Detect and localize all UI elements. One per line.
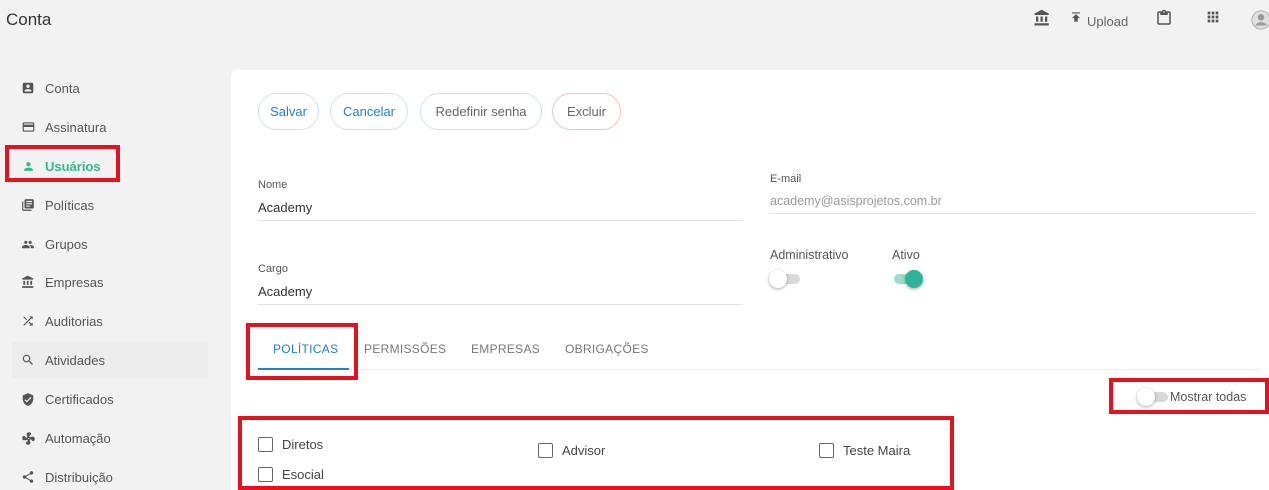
sidebar-item-distribuicao[interactable]: Distribuição — [12, 459, 208, 490]
clipboard-icon[interactable] — [1155, 9, 1173, 27]
upload-icon — [1069, 9, 1083, 30]
toggle-knob — [769, 270, 787, 288]
bank-icon — [20, 274, 36, 290]
name-label: Nome — [258, 179, 288, 191]
active-tab-indicator — [258, 368, 349, 370]
credit-card-icon — [20, 119, 36, 135]
shield-check-icon — [20, 391, 36, 407]
sidebar-item-label: Empresas — [45, 274, 104, 290]
bank-icon[interactable] — [1033, 9, 1051, 27]
policy-checkbox-advisor[interactable]: Advisor — [538, 443, 605, 458]
sidebar-item-label: Políticas — [45, 197, 95, 213]
fan-icon — [20, 430, 36, 446]
tab-permissoes[interactable]: PERMISSÕES — [364, 342, 446, 356]
sidebar-item-automacao[interactable]: Automação — [12, 420, 208, 456]
role-underline — [258, 304, 743, 305]
tab-empresas[interactable]: EMPRESAS — [471, 342, 540, 356]
policy-label: Esocial — [282, 467, 324, 482]
toggle-knob — [905, 270, 923, 288]
email-field[interactable]: academy@asisprojetos.com.br — [770, 194, 942, 208]
tab-obrigacoes[interactable]: OBRIGAÇÕES — [565, 342, 649, 356]
sidebar-item-atividades[interactable]: Atividades — [12, 342, 208, 378]
library-books-icon — [20, 197, 36, 213]
email-underline — [770, 213, 1255, 214]
policy-label: Advisor — [562, 443, 606, 458]
top-bar: Conta Upload — [0, 0, 1269, 40]
save-button[interactable]: Salvar — [258, 93, 319, 130]
role-field[interactable]: Academy — [258, 284, 312, 299]
upload-label: Upload — [1087, 13, 1129, 29]
sidebar-item-label: Automação — [45, 430, 111, 446]
checkbox-box[interactable] — [258, 437, 273, 452]
active-toggle-label: Ativo — [892, 248, 920, 262]
policy-label: Teste Maira — [843, 443, 911, 458]
apps-grid-icon[interactable] — [1205, 9, 1221, 25]
tabs-divider — [246, 369, 1261, 370]
tab-politicas[interactable]: POLÍTICAS — [273, 342, 338, 356]
sidebar-item-empresas[interactable]: Empresas — [12, 264, 208, 300]
policy-checkbox-diretos[interactable]: Diretos — [258, 437, 323, 452]
sidebar-item-conta[interactable]: Conta — [12, 70, 208, 106]
person-icon — [20, 158, 36, 174]
policy-checkbox-teste-maira[interactable]: Teste Maira — [819, 443, 910, 458]
sidebar-item-label: Usuários — [45, 158, 101, 174]
sidebar-item-label: Conta — [45, 80, 80, 96]
account-box-icon — [20, 80, 36, 96]
sidebar-item-label: Distribuição — [45, 469, 113, 485]
sidebar-item-label: Assinatura — [45, 119, 107, 135]
app-title: Conta — [6, 10, 52, 29]
cancel-button[interactable]: Cancelar — [330, 93, 408, 130]
toggle-knob — [1137, 388, 1155, 406]
sidebar-item-grupos[interactable]: Grupos — [12, 226, 208, 262]
checkbox-box[interactable] — [538, 443, 553, 458]
sidebar-item-politicas[interactable]: Políticas — [12, 187, 208, 223]
email-label: E-mail — [770, 173, 802, 185]
sidebar-item-label: Certificados — [45, 391, 114, 407]
admin-toggle-label: Administrativo — [770, 248, 849, 262]
name-field[interactable]: Academy — [258, 200, 312, 215]
role-label: Cargo — [258, 263, 288, 275]
upload-button[interactable]: Upload — [1069, 9, 1128, 30]
search-icon — [20, 352, 36, 368]
checkbox-box[interactable] — [819, 443, 834, 458]
delete-button[interactable]: Excluir — [552, 93, 621, 130]
people-icon — [20, 236, 36, 252]
name-underline — [258, 220, 743, 221]
sidebar-item-auditorias[interactable]: Auditorias — [12, 303, 208, 339]
sidebar-item-label: Atividades — [45, 352, 105, 368]
checkbox-box[interactable] — [258, 467, 273, 482]
show-all-label: Mostrar todas — [1170, 390, 1247, 404]
account-circle-icon[interactable] — [1250, 9, 1269, 31]
sidebar-item-assinatura[interactable]: Assinatura — [12, 109, 208, 145]
admin-toggle[interactable] — [768, 269, 802, 289]
sidebar-item-label: Auditorias — [45, 313, 103, 329]
sidebar-item-usuarios[interactable]: Usuários — [12, 148, 208, 184]
policy-checkbox-esocial[interactable]: Esocial — [258, 467, 324, 482]
sidebar-item-certificados[interactable]: Certificados — [12, 381, 208, 417]
policy-label: Diretos — [282, 437, 324, 452]
active-toggle[interactable] — [890, 269, 924, 289]
share-icon — [20, 469, 36, 485]
shuffle-icon — [20, 313, 36, 329]
reset-password-button[interactable]: Redefinir senha — [420, 93, 542, 130]
user-detail-card: Salvar Cancelar Redefinir senha Excluir … — [231, 70, 1269, 490]
sidebar-item-label: Grupos — [45, 236, 88, 252]
show-all-toggle[interactable] — [1136, 387, 1170, 407]
